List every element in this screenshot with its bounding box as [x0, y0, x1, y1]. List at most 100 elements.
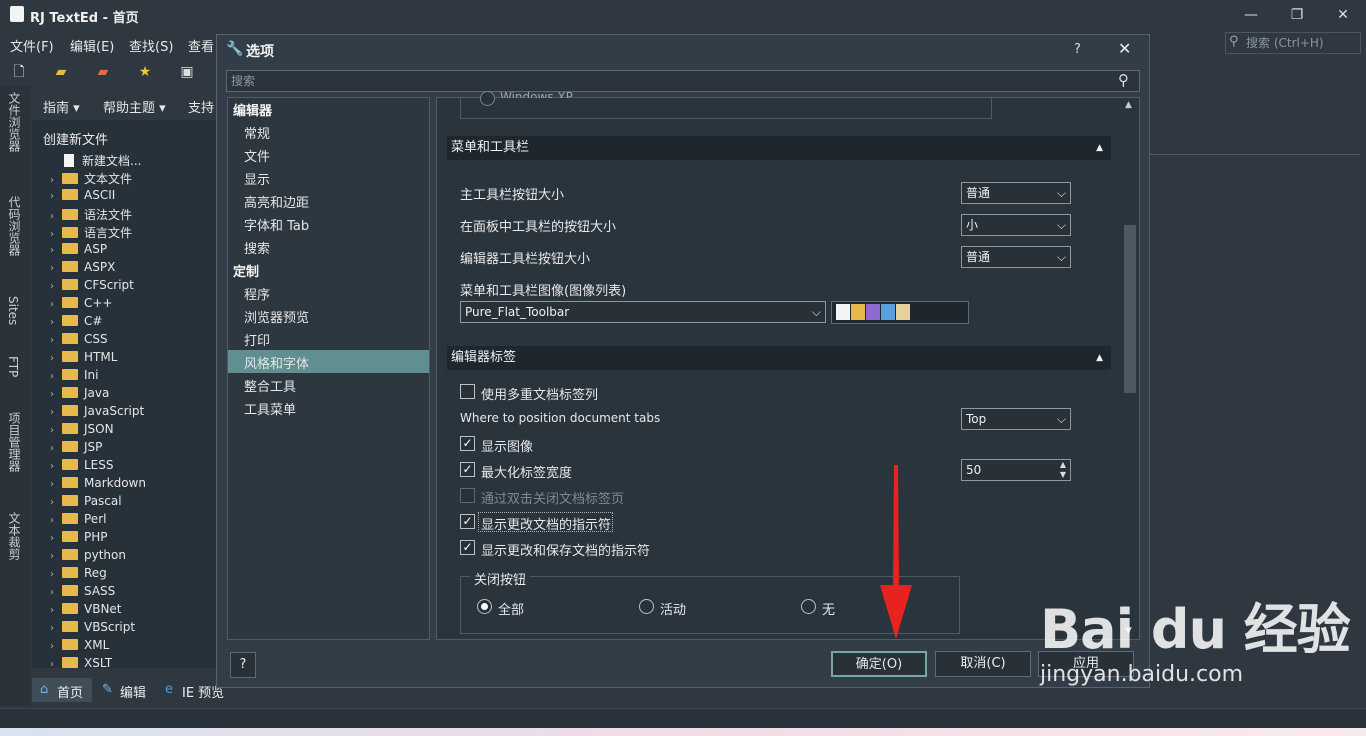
category-item[interactable]: 浏览器预览: [244, 307, 309, 326]
file-type-item[interactable]: › XML: [50, 638, 109, 656]
guide-menu[interactable]: 指南 ▾: [43, 97, 80, 116]
tab-text-clips[interactable]: 文本裁剪: [6, 512, 23, 560]
category-item[interactable]: 工具菜单: [244, 399, 296, 418]
chevron-right-icon[interactable]: ›: [50, 425, 62, 436]
new-file-icon[interactable]: 🗋: [8, 62, 30, 82]
chevron-right-icon[interactable]: ›: [50, 497, 62, 508]
tab-project-manager[interactable]: 项目管理器: [6, 412, 23, 472]
category-item[interactable]: 常规: [244, 123, 270, 142]
dblclick-close-checkbox[interactable]: [460, 488, 475, 503]
chevron-right-icon[interactable]: ›: [50, 371, 62, 382]
file-type-item[interactable]: › SASS: [50, 584, 115, 602]
chevron-right-icon[interactable]: ›: [50, 515, 62, 526]
show-images-checkbox[interactable]: ✓: [460, 436, 475, 451]
save-icon[interactable]: ▣: [176, 62, 198, 82]
chevron-right-icon[interactable]: ›: [50, 641, 62, 652]
chevron-right-icon[interactable]: ›: [50, 533, 62, 544]
category-item[interactable]: 高亮和边距: [244, 192, 309, 211]
menu-search[interactable]: 查找(S): [129, 36, 173, 55]
favorites-folder-icon[interactable]: ▰: [92, 62, 114, 82]
close-window-button[interactable]: ✕: [1328, 4, 1358, 26]
tab-position-select[interactable]: Top ⌵: [961, 408, 1071, 430]
chevron-right-icon[interactable]: ›: [50, 479, 62, 490]
file-type-item[interactable]: › LESS: [50, 458, 114, 476]
section-menus-toolbars[interactable]: 菜单和工具栏 ▲: [447, 136, 1111, 160]
multi-row-checkbox[interactable]: [460, 384, 475, 399]
file-type-item[interactable]: › Reg: [50, 566, 107, 584]
main-toolbar-size-select[interactable]: 普通 ⌵: [961, 182, 1071, 204]
file-type-item[interactable]: › 语言文件: [50, 224, 132, 242]
spinner-arrows-icon[interactable]: ▲ ▼: [1060, 460, 1066, 480]
file-type-item[interactable]: › Markdown: [50, 476, 146, 494]
file-type-item[interactable]: › 文本文件: [50, 170, 132, 188]
chevron-right-icon[interactable]: ›: [50, 623, 62, 634]
category-item[interactable]: 打印: [244, 330, 270, 349]
show-modified-checkbox[interactable]: ✓: [460, 514, 475, 529]
section-editor-tabs[interactable]: 编辑器标签 ▲: [447, 346, 1111, 370]
minimize-button[interactable]: —: [1236, 4, 1266, 26]
tab-file-browser[interactable]: 文件浏览器: [6, 92, 23, 152]
file-type-item[interactable]: › C#: [50, 314, 102, 332]
scrollbar-thumb[interactable]: [1124, 225, 1136, 393]
category-item[interactable]: 整合工具: [244, 376, 296, 395]
category-item[interactable]: 搜索: [244, 238, 270, 257]
file-type-item[interactable]: › ASPX: [50, 260, 115, 278]
chevron-right-icon[interactable]: ›: [50, 659, 62, 670]
menu-view[interactable]: 查看: [188, 36, 214, 55]
support-link[interactable]: 支持: [188, 97, 214, 116]
dialog-close-button[interactable]: ✕: [1118, 39, 1131, 58]
tab-home[interactable]: 首页: [57, 682, 83, 701]
file-type-item[interactable]: › python: [50, 548, 126, 566]
panel-toolbar-size-select[interactable]: 小 ⌵: [961, 214, 1071, 236]
category-item[interactable]: 文件: [244, 146, 270, 165]
editor-toolbar-size-select[interactable]: 普通 ⌵: [961, 246, 1071, 268]
chevron-right-icon[interactable]: ›: [50, 353, 62, 364]
chevron-right-icon[interactable]: ›: [50, 443, 62, 454]
chevron-right-icon[interactable]: ›: [50, 407, 62, 418]
file-type-item[interactable]: › 语法文件: [50, 206, 132, 224]
restore-button[interactable]: ❐: [1282, 4, 1312, 26]
global-search-input[interactable]: 搜索 (Ctrl+H): [1225, 32, 1361, 54]
ok-button[interactable]: 确定(O): [831, 651, 927, 677]
chevron-right-icon[interactable]: ›: [50, 211, 62, 222]
file-type-item[interactable]: › C++: [50, 296, 113, 314]
chevron-right-icon[interactable]: ›: [50, 245, 62, 256]
tab-code-browser[interactable]: 代码浏览器: [6, 196, 23, 256]
max-tab-width-spinner[interactable]: 50 ▲ ▼: [961, 459, 1071, 481]
file-type-item[interactable]: › Perl: [50, 512, 106, 530]
dialog-help-button[interactable]: ?: [1074, 42, 1081, 57]
file-type-item[interactable]: › JSP: [50, 440, 102, 458]
open-folder-icon[interactable]: ▰: [50, 62, 72, 82]
category-item[interactable]: 风格和字体: [244, 353, 309, 372]
chevron-right-icon[interactable]: ›: [50, 389, 62, 400]
file-type-item[interactable]: › HTML: [50, 350, 117, 368]
file-type-item[interactable]: › VBNet: [50, 602, 122, 620]
chevron-right-icon[interactable]: ›: [50, 299, 62, 310]
tab-ftp[interactable]: FTP: [6, 356, 20, 377]
file-type-item[interactable]: › CSS: [50, 332, 108, 350]
chevron-right-icon[interactable]: ›: [50, 569, 62, 580]
radio-close-all[interactable]: [477, 599, 492, 614]
tab-sites[interactable]: Sites: [6, 296, 20, 325]
tab-edit[interactable]: 编辑: [120, 682, 146, 701]
category-item[interactable]: 字体和 Tab: [244, 215, 309, 234]
category-item[interactable]: 显示: [244, 169, 270, 188]
file-type-item[interactable]: › VBScript: [50, 620, 135, 638]
chevron-right-icon[interactable]: ›: [50, 175, 62, 186]
radio-close-none[interactable]: [801, 599, 816, 614]
chevron-right-icon[interactable]: ›: [50, 317, 62, 328]
file-type-item[interactable]: › Ini: [50, 368, 98, 386]
options-search-input[interactable]: 搜索: [226, 70, 1140, 92]
chevron-right-icon[interactable]: ›: [50, 281, 62, 292]
chevron-right-icon[interactable]: ›: [50, 335, 62, 346]
bottom-help-button[interactable]: ?: [230, 652, 256, 678]
chevron-right-icon[interactable]: ›: [50, 605, 62, 616]
scroll-up-icon[interactable]: ▲: [1125, 100, 1132, 110]
file-type-item[interactable]: › JavaScript: [50, 404, 144, 422]
search-icon[interactable]: ⚲: [1118, 71, 1129, 89]
file-type-item[interactable]: › XSLT: [50, 656, 112, 670]
image-list-select[interactable]: Pure_Flat_Toolbar ⌵: [460, 301, 826, 323]
radio-windows-xp[interactable]: [480, 91, 495, 106]
chevron-right-icon[interactable]: ›: [50, 461, 62, 472]
file-type-item[interactable]: › Java: [50, 386, 109, 404]
